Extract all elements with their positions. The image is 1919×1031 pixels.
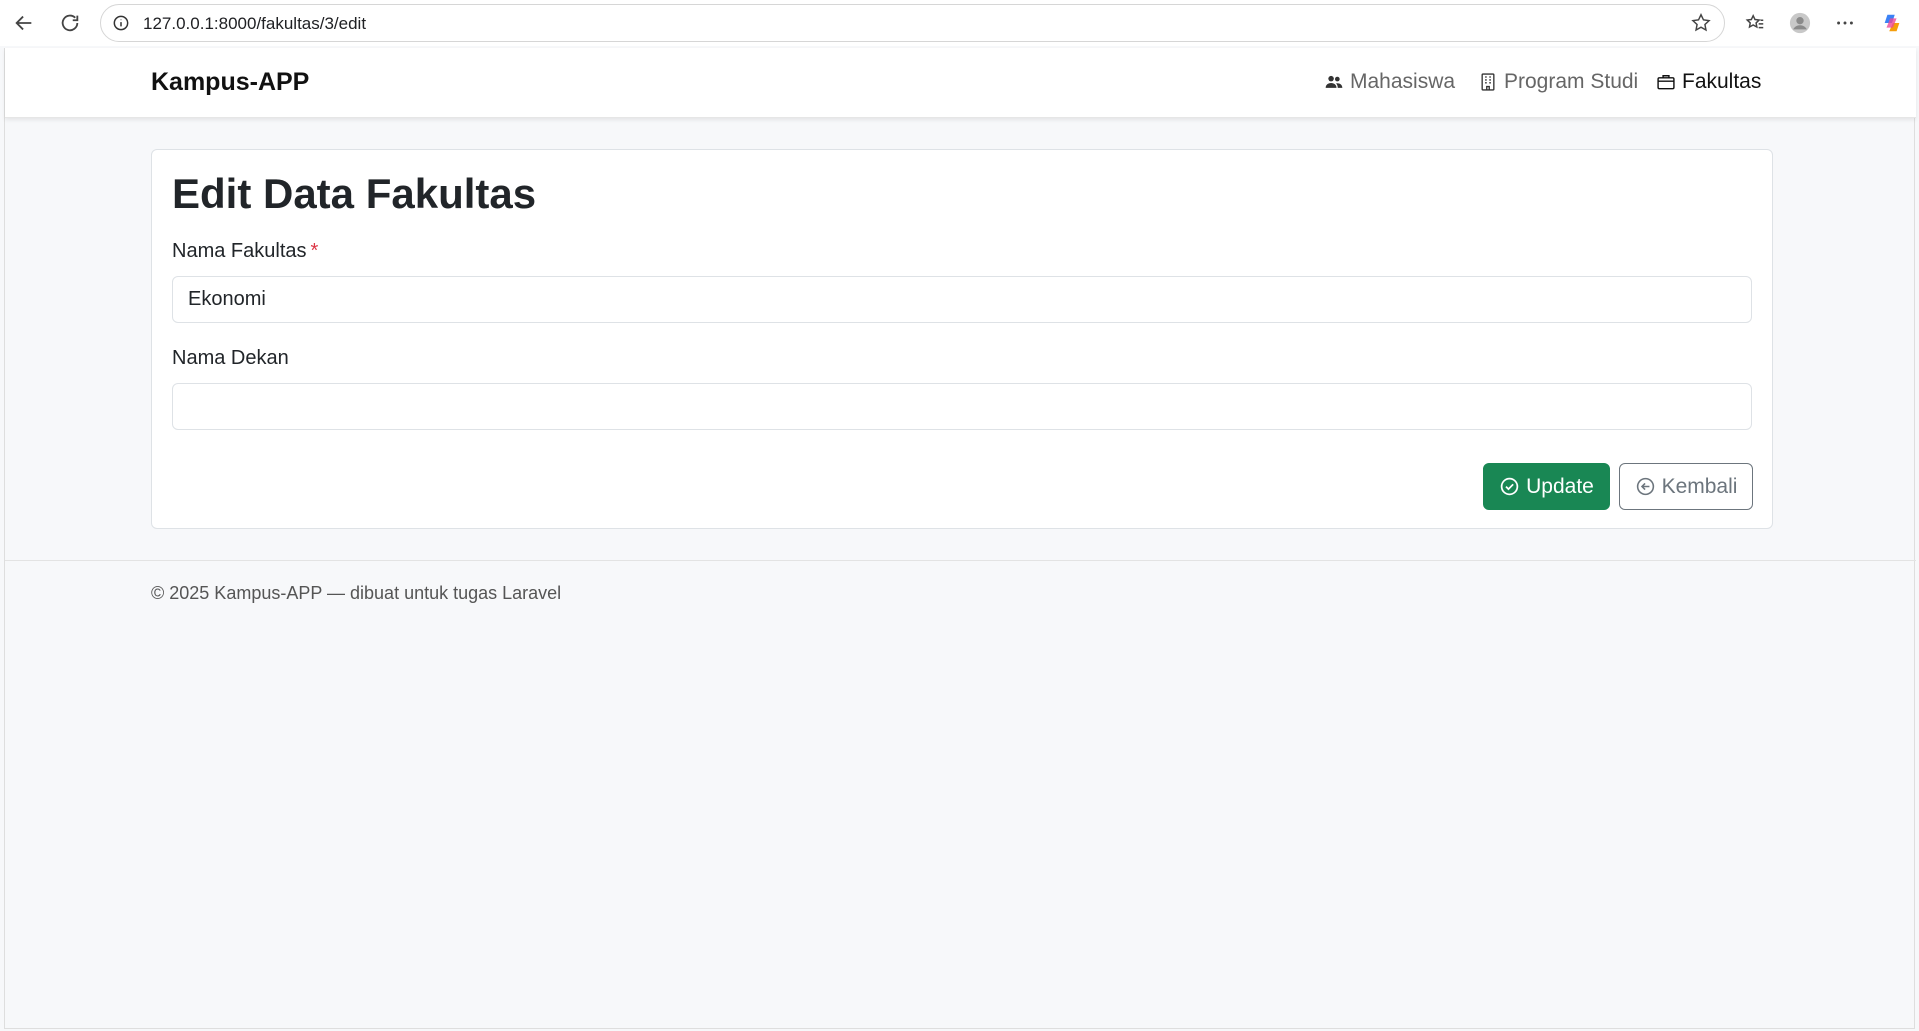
url-text[interactable]: 127.0.0.1:8000/fakultas/3/edit — [143, 14, 366, 34]
nav-item-fakultas[interactable]: Fakultas — [1656, 70, 1761, 94]
footer-text: © 2025 Kampus-APP — dibuat untuk tugas L… — [151, 583, 562, 603]
reload-icon[interactable] — [54, 7, 86, 39]
nav-item-program-studi[interactable]: Program Studi — [1478, 70, 1638, 94]
nav-label-mahasiswa: Mahasiswa — [1350, 70, 1456, 93]
update-button[interactable]: Update — [1483, 463, 1610, 510]
nav-label-program-studi: Program Studi — [1504, 70, 1639, 93]
people-icon — [1325, 75, 1343, 88]
favorite-star-icon[interactable] — [1690, 12, 1712, 34]
nama-dekan-label: Nama Dekan — [172, 347, 289, 369]
profile-avatar-icon[interactable] — [1784, 7, 1816, 39]
page-title: Edit Data Fakultas — [172, 170, 537, 217]
copilot-icon[interactable] — [1876, 7, 1908, 39]
site-info-icon[interactable] — [111, 13, 131, 33]
edit-form-card: Edit Data Fakultas Nama Fakultas * Ekonom… — [151, 149, 1773, 529]
page-viewport: Kampus-APP Mahasiswa Program Studi Fakul… — [4, 48, 1916, 1029]
nama-fakultas-value: Ekonomi — [188, 288, 266, 310]
brand-logo[interactable]: Kampus-APP — [151, 68, 309, 97]
nama-dekan-input[interactable] — [172, 383, 1752, 430]
navbar: Kampus-APP Mahasiswa Program Studi Fakul… — [5, 48, 1916, 118]
back-arrow-icon[interactable] — [8, 7, 40, 39]
check-circle-icon — [1500, 477, 1519, 496]
nav-item-mahasiswa[interactable]: Mahasiswa — [1324, 70, 1455, 94]
update-button-label: Update — [1526, 474, 1594, 498]
nav-label-fakultas: Fakultas — [1682, 70, 1762, 93]
nama-fakultas-label-text: Nama Fakultas — [172, 240, 307, 262]
arrow-left-circle-icon — [1636, 477, 1654, 496]
address-bar[interactable]: 127.0.0.1:8000/fakultas/3/edit — [100, 4, 1725, 42]
browser-toolbar: 127.0.0.1:8000/fakultas/3/edit — [0, 0, 1919, 46]
building-icon — [1481, 73, 1495, 91]
nama-fakultas-label: Nama Fakultas * — [172, 240, 318, 263]
favorites-icon[interactable] — [1739, 7, 1771, 39]
back-button[interactable]: Kembali — [1619, 463, 1753, 510]
more-menu-icon[interactable] — [1829, 7, 1861, 39]
nama-fakultas-input[interactable]: Ekonomi — [172, 276, 1752, 323]
required-mark: * — [310, 240, 319, 262]
briefcase-icon — [1657, 75, 1675, 90]
footer-divider — [5, 560, 1916, 561]
back-button-label: Kembali — [1661, 474, 1738, 498]
